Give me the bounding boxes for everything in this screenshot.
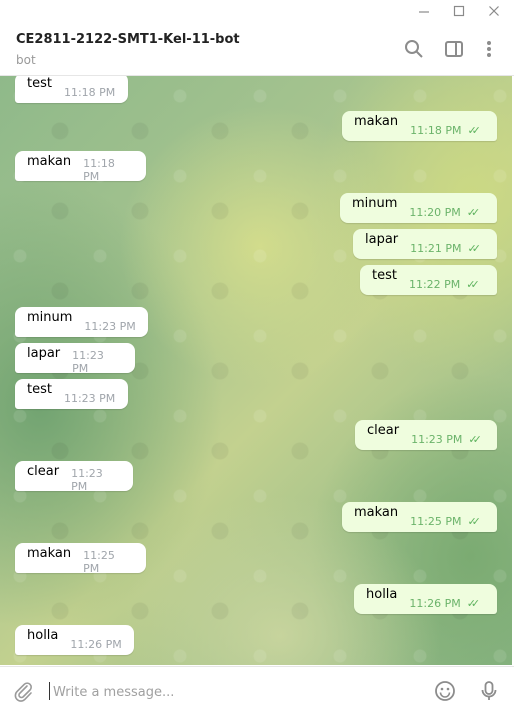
read-check-icon: ✓✓ — [466, 596, 481, 610]
message-time: 11:25 PM — [410, 514, 462, 528]
message-time: 11:23 PM — [84, 319, 136, 333]
read-check-icon: ✓✓ — [467, 123, 481, 137]
message-text: test — [27, 76, 52, 91]
message-time: 11:22 PM — [408, 277, 461, 291]
more-vertical-icon[interactable] — [477, 37, 501, 61]
read-check-icon: ✓✓ — [467, 514, 481, 528]
message-input[interactable] — [51, 677, 415, 707]
message-bubble-incoming[interactable]: makan 11:18 PM — [15, 151, 146, 183]
message-text: holla — [366, 587, 398, 602]
message-text: minum — [27, 310, 73, 325]
chat-title[interactable]: CE2811-2122-SMT1-Kel-11-bot — [16, 32, 240, 47]
message-text: test — [27, 382, 52, 397]
message-text: makan — [354, 114, 399, 129]
chat-header: CE2811-2122-SMT1-Kel-11-bot bot — [0, 22, 514, 76]
message-time: 11:21 PM — [410, 241, 462, 255]
maximize-icon[interactable] — [441, 0, 477, 22]
message-time: 11:23 PM — [71, 467, 103, 493]
message-text: lapar — [365, 232, 399, 247]
read-check-icon: ✓✓ — [467, 241, 481, 255]
message-bubble-incoming[interactable]: lapar 11:23 PM — [15, 343, 135, 375]
message-time: 11:25 PM — [83, 549, 115, 575]
message-composer — [0, 666, 514, 715]
message-text: minum — [352, 196, 398, 211]
message-time: 11:26 PM — [70, 637, 122, 651]
message-time: 11:18 PM — [83, 157, 115, 183]
microphone-icon[interactable] — [477, 679, 501, 703]
message-bubble-outgoing[interactable]: clear 11:23 PM ✓✓ — [355, 420, 497, 450]
message-text: clear — [367, 423, 400, 438]
message-text: test — [372, 268, 397, 283]
message-bubble-outgoing[interactable]: test 11:22 PM ✓✓ — [360, 265, 497, 295]
message-bubble-incoming[interactable]: test 11:18 PM — [15, 76, 128, 103]
minimize-icon[interactable] — [406, 0, 442, 22]
message-time: 11:23 PM — [411, 432, 463, 446]
search-icon[interactable] — [402, 37, 426, 61]
message-text: clear — [27, 464, 60, 479]
message-time: 11:26 PM — [409, 596, 461, 610]
attach-icon[interactable] — [11, 679, 35, 703]
message-text: lapar — [27, 346, 61, 361]
message-text: makan — [354, 505, 399, 520]
message-bubble-outgoing[interactable]: minum 11:20 PM ✓✓ — [340, 193, 497, 223]
message-time: 11:18 PM — [410, 123, 462, 137]
message-time: 11:18 PM — [63, 85, 116, 99]
read-check-icon: ✓✓ — [466, 205, 481, 219]
message-text: holla — [27, 628, 59, 643]
message-bubble-incoming[interactable]: minum 11:23 PM — [15, 307, 148, 337]
message-bubble-outgoing[interactable]: lapar 11:21 PM ✓✓ — [353, 229, 497, 259]
message-text: makan — [27, 154, 72, 169]
sidebar-toggle-icon[interactable] — [442, 37, 466, 61]
text-cursor — [49, 682, 50, 700]
message-time: 11:20 PM — [409, 205, 461, 219]
chat-subtitle: bot — [16, 53, 36, 67]
message-time: 11:23 PM — [72, 349, 104, 375]
chat-messages[interactable]: test 11:18 PM makan 11:18 PM ✓✓ makan 11:18 … — [0, 76, 512, 665]
close-icon[interactable] — [476, 0, 512, 22]
message-bubble-incoming[interactable]: makan 11:25 PM — [15, 543, 146, 575]
message-bubble-incoming[interactable]: test 11:23 PM — [15, 379, 128, 409]
message-bubble-outgoing[interactable]: holla 11:26 PM ✓✓ — [354, 584, 497, 614]
read-check-icon: ✓✓ — [468, 432, 482, 446]
message-text: makan — [27, 546, 72, 561]
message-bubble-outgoing[interactable]: makan 11:25 PM ✓✓ — [342, 502, 497, 532]
read-check-icon: ✓✓ — [466, 277, 480, 291]
message-bubble-incoming[interactable]: clear 11:23 PM — [15, 461, 133, 493]
emoji-icon[interactable] — [433, 679, 457, 703]
message-bubble-outgoing[interactable]: makan 11:18 PM ✓✓ — [342, 111, 497, 141]
message-time: 11:23 PM — [63, 391, 116, 405]
window-titlebar — [0, 0, 514, 22]
message-bubble-incoming[interactable]: holla 11:26 PM — [15, 625, 134, 655]
